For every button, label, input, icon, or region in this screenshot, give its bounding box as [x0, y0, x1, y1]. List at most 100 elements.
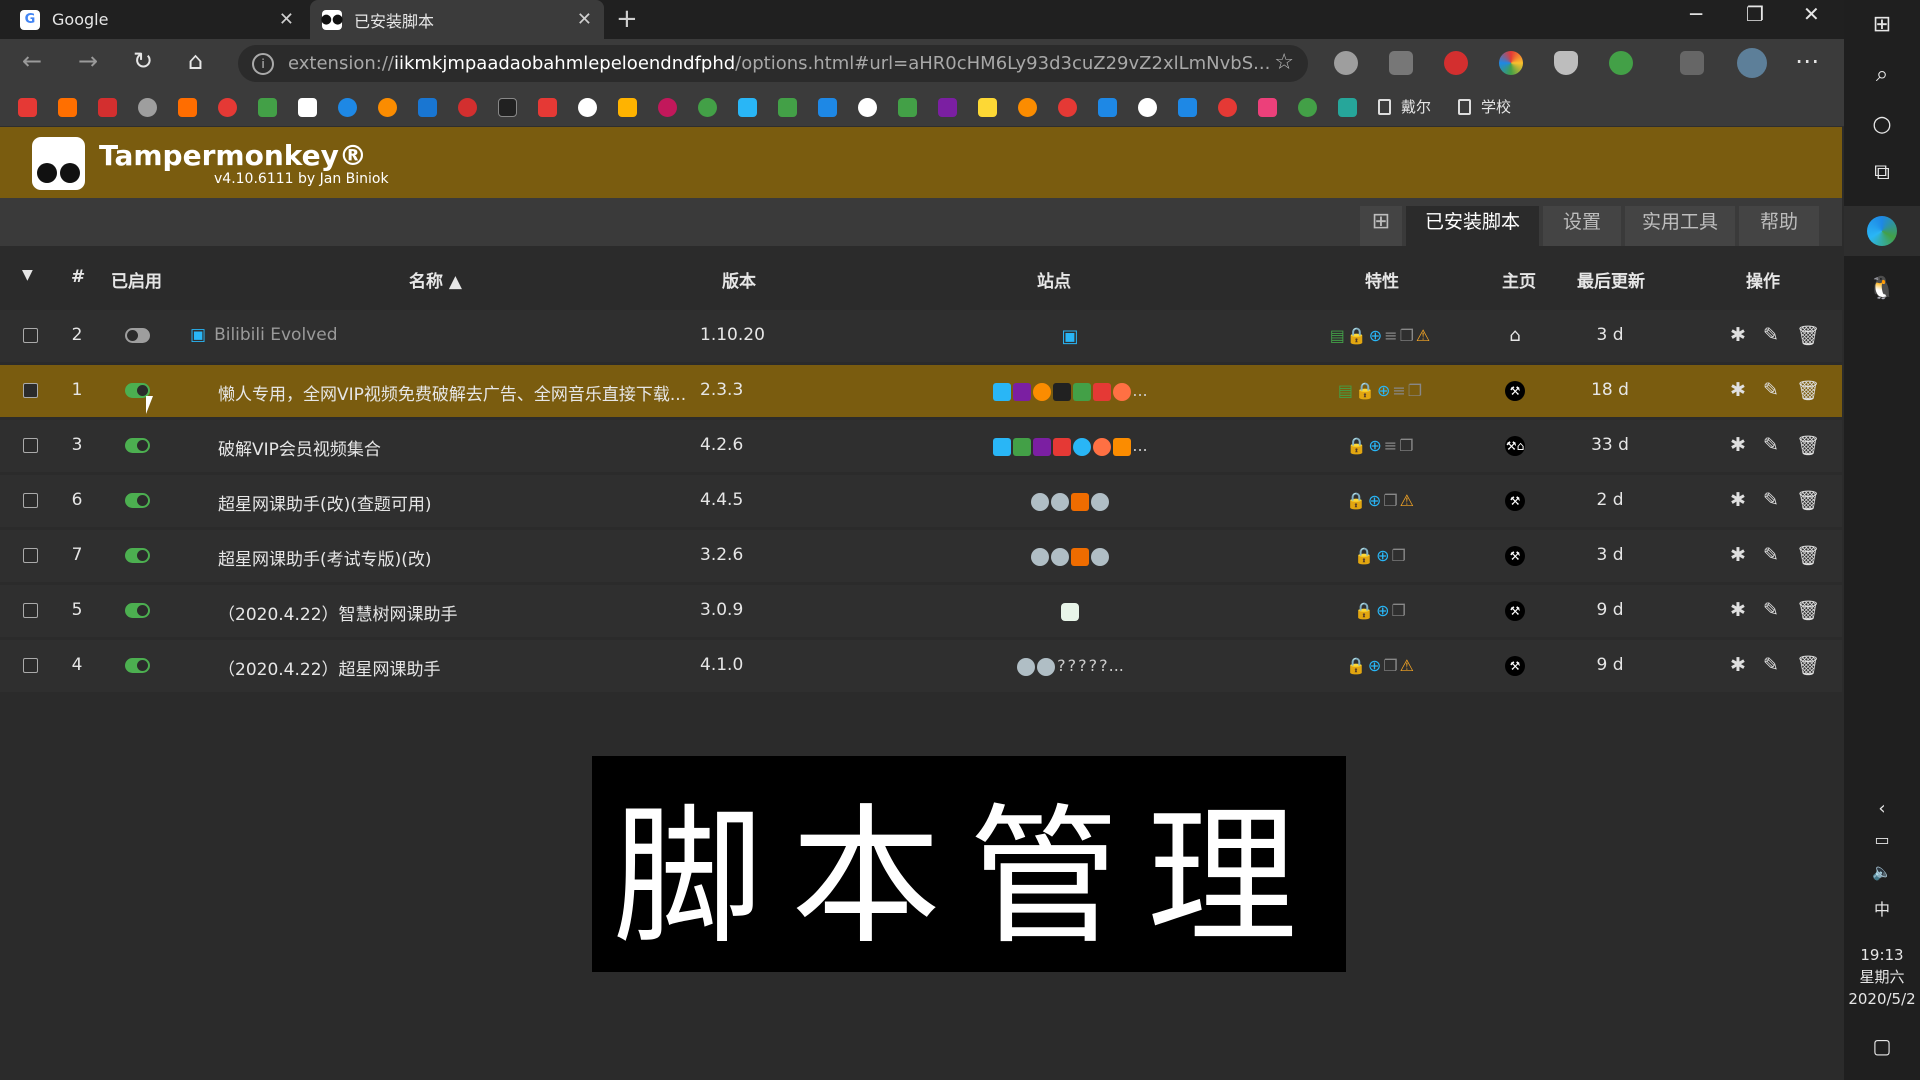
home-icon[interactable]: ⌂: [188, 47, 203, 75]
trash-icon[interactable]: 🗑: [1796, 379, 1820, 402]
forward-icon[interactable]: →: [78, 47, 98, 75]
last-updated[interactable]: 9 d: [1580, 655, 1640, 675]
trash-icon[interactable]: 🗑: [1796, 489, 1820, 512]
bookmark-zhihu-icon[interactable]: [818, 98, 837, 117]
bookmark-arrow-icon[interactable]: [618, 98, 637, 117]
bookmark-g-icon[interactable]: [538, 98, 557, 117]
header-homepage[interactable]: 主页: [1502, 267, 1536, 292]
tab-help[interactable]: 帮助: [1739, 206, 1819, 246]
row-checkbox[interactable]: [23, 328, 38, 343]
bookmark-diamond-icon[interactable]: [418, 98, 437, 117]
color-picker-icon[interactable]: [1499, 51, 1523, 75]
add-script-icon[interactable]: ⊞: [1360, 206, 1402, 246]
bookmark-blue-icon[interactable]: [1098, 98, 1117, 117]
enable-toggle[interactable]: [125, 603, 150, 618]
bookmark-github-icon[interactable]: [578, 98, 597, 117]
homepage-icon[interactable]: ⚒: [1480, 600, 1550, 621]
edit-icon[interactable]: ✎: [1763, 324, 1779, 347]
bookmark-red-icon[interactable]: [1218, 98, 1237, 117]
trash-icon[interactable]: 🗑: [1796, 654, 1820, 677]
close-window-icon[interactable]: ✕: [1803, 2, 1820, 26]
script-name-link[interactable]: （2020.4.22）智慧树网课助手: [218, 600, 458, 625]
header-name[interactable]: 名称 ▲: [409, 267, 462, 292]
bookmark-school[interactable]: 学校: [1458, 96, 1511, 117]
edit-icon[interactable]: ✎: [1763, 379, 1779, 402]
bug-icon[interactable]: ✱: [1730, 599, 1746, 622]
last-updated[interactable]: 9 d: [1580, 600, 1640, 620]
bookmark-z-icon[interactable]: [1258, 98, 1277, 117]
row-checkbox[interactable]: [23, 603, 38, 618]
cortana-icon[interactable]: ○: [1844, 112, 1920, 137]
avatar[interactable]: [1737, 48, 1767, 78]
homepage-icon[interactable]: ⚒: [1480, 545, 1550, 566]
bookmark-baidu-icon[interactable]: [1178, 98, 1197, 117]
ime-indicator[interactable]: 中: [1844, 896, 1920, 920]
bookmark-tencent-video-icon[interactable]: [938, 98, 957, 117]
collections-icon[interactable]: [1680, 51, 1704, 75]
tab-installed-scripts[interactable]: ●● 已安装脚本 ✕: [310, 0, 604, 39]
bug-icon[interactable]: ✱: [1730, 379, 1746, 402]
tab-utilities[interactable]: 实用工具: [1625, 206, 1735, 246]
bookmark-d-icon[interactable]: [338, 98, 357, 117]
last-updated[interactable]: 18 d: [1580, 380, 1640, 400]
bookmark-raspberry-icon[interactable]: [658, 98, 677, 117]
header-sites[interactable]: 站点: [1037, 267, 1071, 292]
bookmark-ac-icon[interactable]: [498, 98, 517, 117]
enable-toggle[interactable]: [125, 658, 150, 673]
last-updated[interactable]: 3 d: [1580, 545, 1640, 565]
enable-toggle[interactable]: [125, 438, 150, 453]
last-updated[interactable]: 33 d: [1580, 435, 1640, 455]
row-checkbox[interactable]: [23, 383, 38, 398]
bookmark-google-icon[interactable]: [1138, 98, 1157, 117]
homepage-icon[interactable]: ⚒: [1480, 490, 1550, 511]
bookmark-douban-icon[interactable]: [778, 98, 797, 117]
bookmark-tool-icon[interactable]: [858, 98, 877, 117]
bookmark-taobao-icon[interactable]: [58, 98, 77, 117]
edit-icon[interactable]: ✎: [1763, 489, 1779, 512]
script-name-link[interactable]: 破解VIP会员视频集合: [218, 435, 381, 460]
adblock-plus-icon[interactable]: [1444, 51, 1468, 75]
shield-icon[interactable]: [1554, 51, 1578, 75]
bookmark-windows-icon[interactable]: [258, 98, 277, 117]
back-icon[interactable]: ←: [22, 47, 42, 75]
windows-start-icon[interactable]: ⊞: [1844, 12, 1920, 37]
more-menu-icon[interactable]: ⋯: [1795, 47, 1819, 75]
refresh-icon[interactable]: ↻: [133, 47, 153, 75]
bookmark-iqiyi-icon[interactable]: [698, 98, 717, 117]
chevron-left-icon[interactable]: ‹: [1844, 798, 1920, 819]
bookmark-huawei-icon[interactable]: [218, 98, 237, 117]
tab-installed-scripts[interactable]: 已安装脚本: [1406, 206, 1539, 246]
bookmark-tmall-icon[interactable]: [98, 98, 117, 117]
header-enabled[interactable]: 已启用: [111, 267, 162, 292]
bookmark-dell[interactable]: 戴尔: [1378, 96, 1431, 117]
bookmark-sync-icon[interactable]: [1298, 98, 1317, 117]
row-checkbox[interactable]: [23, 493, 38, 508]
script-name-link[interactable]: 懒人专用，全网VIP视频免费破解去广告、全网音乐直接下载...: [218, 380, 686, 405]
script-name-link[interactable]: 超星网课助手(改)(查题可用): [218, 490, 432, 515]
bookmark-iqiyi2-icon[interactable]: [898, 98, 917, 117]
enable-toggle[interactable]: [125, 493, 150, 508]
bookmark-csdn-icon[interactable]: [458, 98, 477, 117]
bookmark-headphone-icon[interactable]: [378, 98, 397, 117]
homepage-icon[interactable]: ⌂: [1480, 325, 1550, 346]
header-number[interactable]: #: [71, 267, 85, 287]
bookmark-weibo-icon[interactable]: [1058, 98, 1077, 117]
system-clock[interactable]: 19:13 星期六 2020/5/2: [1844, 944, 1920, 1010]
row-checkbox[interactable]: [23, 548, 38, 563]
notification-icon[interactable]: ▢: [1844, 1034, 1920, 1058]
script-name-link[interactable]: 超星网课助手(考试专版)(改): [218, 545, 432, 570]
bug-icon[interactable]: ✱: [1730, 654, 1746, 677]
close-icon[interactable]: ✕: [279, 9, 294, 30]
enable-toggle[interactable]: [125, 328, 150, 343]
screenshot-icon[interactable]: [1389, 51, 1413, 75]
bookmark-x-icon[interactable]: [1338, 98, 1357, 117]
bookmark-youku-icon[interactable]: [1018, 98, 1037, 117]
bug-icon[interactable]: ✱: [1730, 324, 1746, 347]
edit-icon[interactable]: ✎: [1763, 654, 1779, 677]
bookmark-jd-icon[interactable]: [18, 98, 37, 117]
row-checkbox[interactable]: [23, 438, 38, 453]
enable-toggle[interactable]: [125, 548, 150, 563]
script-name-link[interactable]: ▣ Bilibili Evolved: [190, 325, 338, 345]
script-name-link[interactable]: （2020.4.22）超星网课助手: [218, 655, 441, 680]
trash-icon[interactable]: 🗑: [1796, 544, 1820, 567]
